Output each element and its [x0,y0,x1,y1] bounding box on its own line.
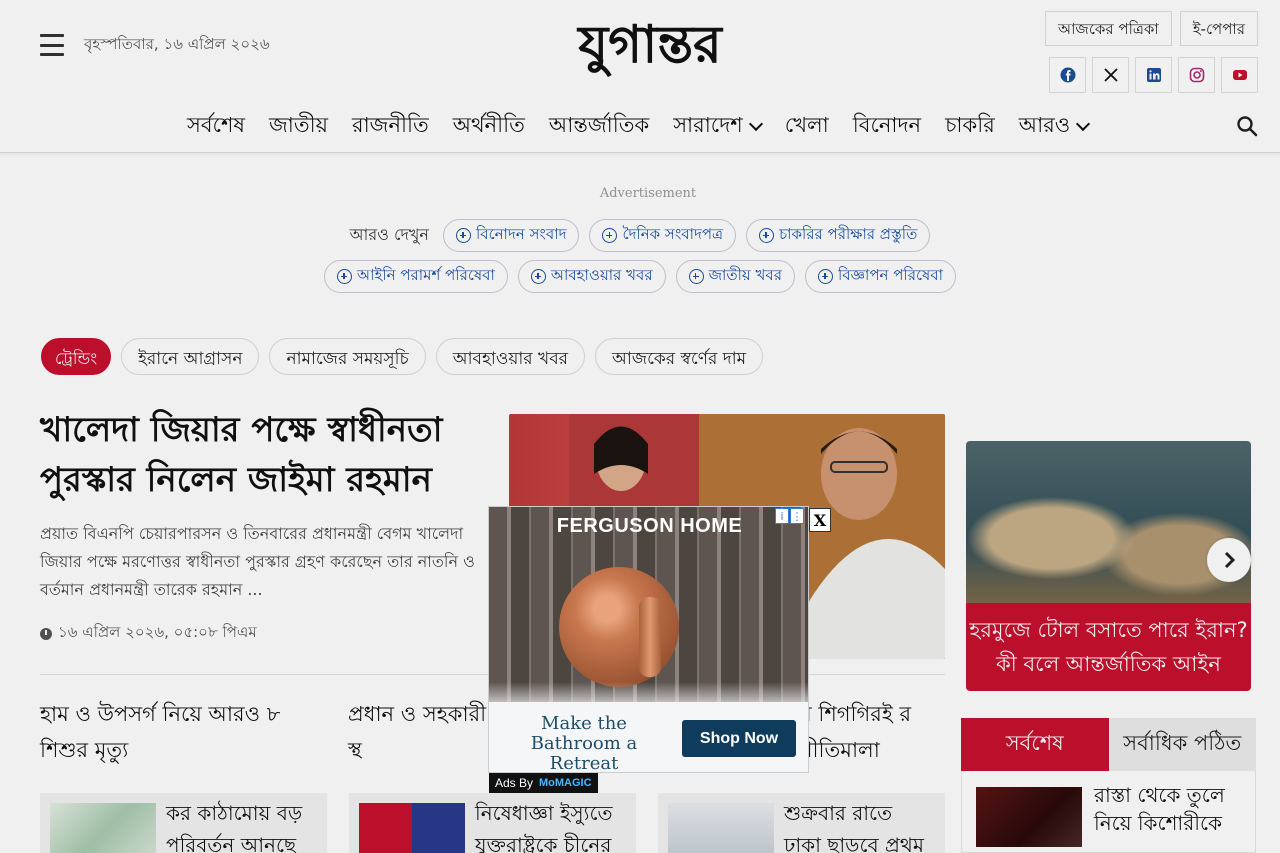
trending-bar: ট্রেন্ডিং ইরানে আগ্রাসন নামাজের সময়সূচি… [41,338,764,375]
see-more-title: আরও দেখুন [349,225,429,244]
news-card[interactable]: শুক্রবার রাতে ঢাকা ছাড়বে প্রথম [658,793,945,853]
news-card[interactable]: কর কাঠামোয় বড় পরিবর্তন আনছে [40,793,327,853]
nav-latest[interactable]: সর্বশেষ [187,109,257,144]
site-header: বৃহস্পতিবার, ১৬ এপ্রিল ২০২৬ যুগান্তর আজক… [0,0,1280,100]
trending-topic[interactable]: নামাজের সময়সূচি [269,338,426,375]
ad-brand: FERGUSON HOME [556,515,743,537]
nav-economy[interactable]: অর্থনীতি [441,109,537,144]
nav-international[interactable]: আন্তর্জাতিক [537,109,661,144]
hamburger-menu-icon[interactable] [40,34,64,56]
shop-now-button[interactable]: Shop Now [682,720,796,757]
news-card-thumbnail [359,803,465,853]
trending-badge: ট্রেন্ডিং [41,338,112,375]
popup-ad[interactable]: FERGUSON HOME Make the Bathroom a Retrea… [488,506,809,773]
close-ad-button[interactable]: X [809,508,831,532]
plus-circle-icon [337,269,353,284]
linkedin-icon[interactable] [1135,57,1172,93]
sub-headline[interactable]: হাম ও উপসর্গ নিয়ে আরও ৮ শিশুর মৃত্যু [40,696,320,768]
nav-sports[interactable]: খেলা [773,109,841,144]
plus-circle-icon [530,269,546,284]
ads-by-label[interactable]: Ads By MoMAGIC [489,773,598,793]
current-date: বৃহস্পতিবার, ১৬ এপ্রিল ২০২৬ [84,35,270,53]
ad-choices[interactable]: i ⋮ [775,508,804,524]
lead-summary: প্রয়াত বিএনপি চেয়ারপারসন ও তিনবারের প্… [40,524,475,599]
see-more-section: আরও দেখুন বিনোদন সংবাদ দৈনিক সংবাদপত্র চ… [0,219,1280,301]
ad-network-logo: MoMAGIC [539,777,592,789]
see-more-link[interactable]: আইনি পরামর্শ পরিষেবা [324,260,508,293]
trending-topic[interactable]: আবহাওয়ার খবর [435,338,586,375]
site-logo[interactable]: যুগান্তর [520,14,780,78]
todays-paper-link[interactable]: আজকের পত্রিকা [1044,11,1172,46]
chevron-down-icon [748,116,763,131]
nav-more-label: আরও [1018,113,1071,137]
plus-circle-icon [759,228,775,243]
x-icon[interactable] [1092,57,1129,93]
see-more-link-label: আইনি পরামর্শ পরিষেবা [357,266,495,284]
news-card-thumbnail [50,803,156,853]
logo-text: যুগান্তর [576,14,724,78]
see-more-link[interactable]: দৈনিক সংবাদপত্র [589,219,737,252]
nav-country[interactable]: সারাদেশ [661,109,773,144]
lead-time-text: ১৬ এপ্রিল ২০২৬, ০৫:০৮ পিএম [58,623,257,641]
see-more-link[interactable]: জাতীয় খবর [675,260,795,293]
nav-politics[interactable]: রাজনীতি [340,109,441,144]
plus-circle-icon [455,228,471,243]
see-more-link-label: চাকরির পরীক্ষার প্রস্তুতি [779,225,918,243]
instagram-icon[interactable] [1178,57,1215,93]
advertisement-label: Advertisement [599,186,697,201]
main-navigation: সর্বশেষ জাতীয় রাজনীতি অর্থনীতি আন্তর্জা… [0,100,1280,153]
news-card-title: কর কাঠামোয় বড় পরিবর্তন আনছে [166,801,303,853]
side-slider-image [966,441,1251,603]
see-more-link[interactable]: বিজ্ঞাপন পরিষেবা [804,260,956,293]
nav-entertainment[interactable]: বিনোদন [841,109,933,144]
news-card[interactable]: নিষেধাজ্ঞা ইস্যুতে যুক্তরাষ্ট্রকে চীনের [349,793,636,853]
trending-topic[interactable]: ইরানে আগ্রাসন [121,338,260,375]
slider-next-button[interactable] [1207,538,1251,582]
ad-info-icon[interactable]: i [775,508,789,524]
news-card-thumbnail [668,803,774,853]
see-more-link-label: বিনোদন সংবাদ [475,225,567,243]
latest-item-thumbnail[interactable] [976,787,1082,847]
tab-most-read[interactable]: সর্বাধিক পঠিত [1108,718,1256,771]
lead-timestamp: ১৬ এপ্রিল ২০২৬, ০৫:০৮ পিএম [40,621,257,646]
clock-icon [40,627,52,640]
youtube-icon[interactable] [1221,57,1258,93]
see-more-link[interactable]: বিনোদন সংবাদ [442,219,580,252]
latest-item-title[interactable]: রাস্তা থেকে তুলে নিয়ে কিশোরীকে [1094,781,1241,836]
tab-latest[interactable]: সর্বশেষ [961,718,1109,771]
see-more-link[interactable]: আবহাওয়ার খবর [517,260,666,293]
sub-headline[interactable]: ম শিগগিরই র নীতিমালা [800,696,940,768]
ads-by-text: Ads By [495,776,534,790]
plus-circle-icon [688,269,704,284]
trending-topic[interactable]: আজকের স্বর্ণের দাম [595,338,764,375]
chevron-down-icon [1076,116,1091,131]
side-slider-caption: হরমুজে টোল বসাতে পারে ইরান? কী বলে আন্তর… [966,603,1251,691]
faucet-lever-image [639,597,661,677]
see-more-link-label: দৈনিক সংবাদপত্র [622,225,724,243]
news-card-title: শুক্রবার রাতে ঢাকা ছাড়বে প্রথম [784,801,924,853]
ad-menu-icon[interactable]: ⋮ [790,508,804,524]
news-card-title: নিষেধাজ্ঞা ইস্যুতে যুক্তরাষ্ট্রকে চীনের [475,801,613,853]
plus-circle-icon [817,269,833,284]
see-more-link[interactable]: চাকরির পরীক্ষার প্রস্তুতি [746,219,931,252]
nav-national[interactable]: জাতীয় [257,109,340,144]
see-more-link-label: বিজ্ঞাপন পরিষেবা [837,266,943,284]
see-more-link-label: জাতীয় খবর [708,266,782,284]
facebook-icon[interactable] [1049,57,1086,93]
faucet-image [559,567,679,687]
see-more-link-label: আবহাওয়ার খবর [550,266,653,284]
search-icon[interactable] [1236,115,1258,137]
nav-jobs[interactable]: চাকরি [933,109,1007,144]
lead-headline[interactable]: খালেদা জিয়ার পক্ষে স্বাধীনতা পুরস্কার ন… [40,405,480,505]
chevron-right-icon [1224,551,1236,569]
ad-tagline: Make the Bathroom a Retreat [530,713,638,773]
latest-list: রাস্তা থেকে তুলে নিয়ে কিশোরীকে [961,771,1256,853]
epaper-link[interactable]: ই-পেপার [1179,11,1258,46]
plus-circle-icon [602,228,618,243]
popup-ad-footer: Make the Bathroom a Retreat Shop Now [489,702,808,773]
nav-more[interactable]: আরও [1007,109,1101,144]
nav-country-label: সারাদেশ [673,113,743,137]
side-tabs: সর্বশেষ সর্বাধিক পঠিত [961,718,1256,771]
